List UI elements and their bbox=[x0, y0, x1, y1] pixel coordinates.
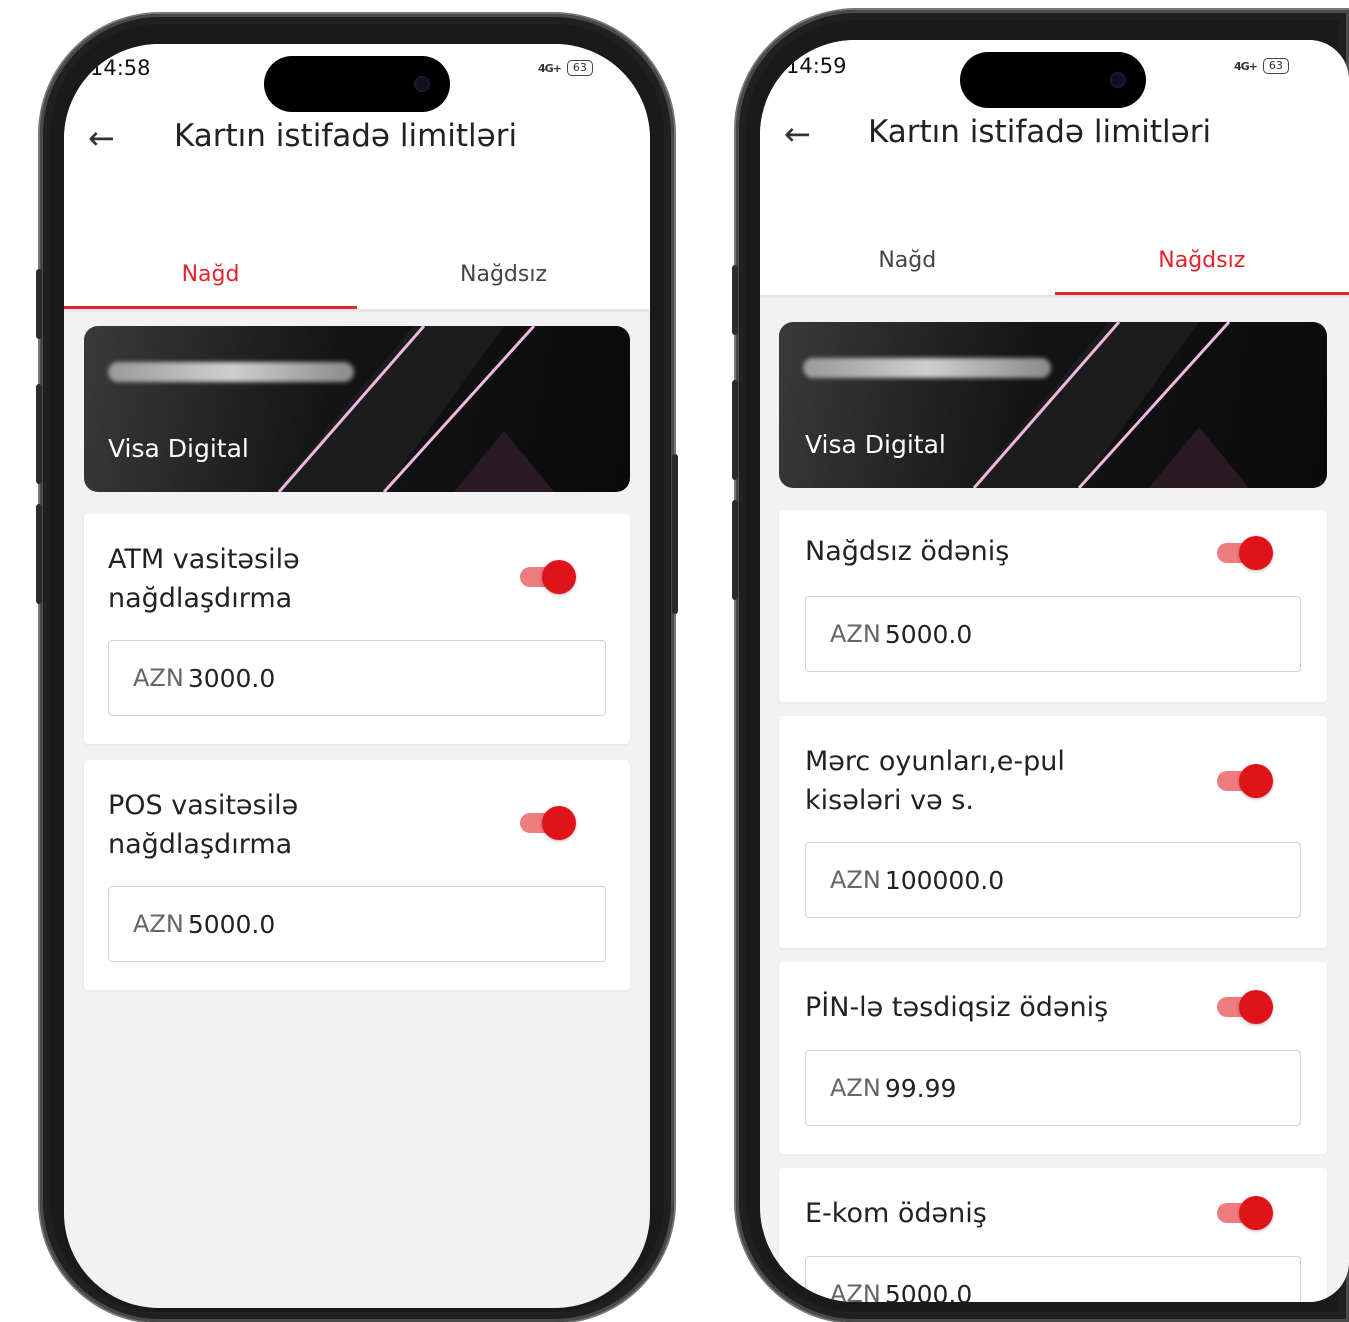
limit-toggle[interactable] bbox=[520, 560, 576, 594]
currency-label: AZN bbox=[133, 910, 184, 938]
limit-label: Nağdsız ödəniş bbox=[805, 536, 1010, 567]
limit-label-line2: nağdlaşdırma bbox=[108, 583, 293, 614]
right-screen: 14:59 4G+ 63 ← Kartın istifadə limitləri… bbox=[760, 40, 1349, 1302]
toggle-knob bbox=[542, 560, 576, 594]
limit-label: E-kom ödəniş bbox=[805, 1198, 987, 1229]
left-screen: 14:58 4G+ 63 ← Kartın istifadə limitləri… bbox=[64, 44, 650, 1308]
limit-toggle[interactable] bbox=[1217, 1196, 1273, 1230]
dynamic-island bbox=[264, 56, 450, 112]
limit-value: 5000.0 bbox=[884, 1279, 973, 1303]
arrow-left-icon[interactable]: ← bbox=[88, 122, 115, 154]
limit-pin-tesdiqsiz: PİN-lə təsdiqsiz ödəniş AZN 99.99 bbox=[779, 962, 1327, 1154]
status-indicators: 4G+ 63 bbox=[1234, 58, 1289, 74]
card-name: Visa Digital bbox=[805, 430, 946, 459]
card-name: Visa Digital bbox=[108, 434, 249, 463]
status-time: 14:58 bbox=[90, 56, 151, 80]
tab-nagd[interactable]: Nağd bbox=[64, 239, 357, 309]
currency-label: AZN bbox=[830, 1074, 881, 1102]
limit-nagdsiz-odenis: Nağdsız ödəniş AZN 5000.0 bbox=[779, 510, 1327, 702]
limit-atm: ATM vasitəsilə nağdlaşdırma AZN 3000.0 bbox=[84, 514, 630, 744]
card-pattern bbox=[969, 322, 1249, 488]
side-button bbox=[732, 500, 738, 600]
currency-label: AZN bbox=[830, 620, 881, 648]
limit-label: Mərc oyunları,e-pul kisələri və s. bbox=[805, 742, 1065, 820]
status-indicators: 4G+ 63 bbox=[538, 60, 593, 76]
limit-label-line2: nağdlaşdırma bbox=[108, 829, 293, 860]
battery-icon: 63 bbox=[1262, 58, 1289, 74]
limit-label-line1: Mərc oyunları,e-pul bbox=[805, 746, 1065, 777]
limit-toggle[interactable] bbox=[1217, 764, 1273, 798]
limit-value: 99.99 bbox=[884, 1073, 957, 1103]
page-title: Kartın istifadə limitləri bbox=[868, 114, 1212, 150]
right-phone: 14:59 4G+ 63 ← Kartın istifadə limitləri… bbox=[732, 10, 1349, 1322]
side-button bbox=[36, 504, 42, 604]
toggle-knob bbox=[1239, 990, 1273, 1024]
currency-label: AZN bbox=[830, 866, 881, 894]
bank-card[interactable]: Visa Digital bbox=[84, 326, 630, 492]
status-time: 14:59 bbox=[786, 54, 847, 78]
dynamic-island bbox=[960, 52, 1146, 108]
camera-icon bbox=[1110, 72, 1126, 88]
bank-card[interactable]: Visa Digital bbox=[779, 322, 1327, 488]
side-button bbox=[36, 384, 42, 484]
currency-label: AZN bbox=[133, 664, 184, 692]
card-number-masked bbox=[108, 362, 354, 382]
limit-pos: POS vasitəsilə nağdlaşdırma AZN 5000.0 bbox=[84, 760, 630, 990]
limit-label: ATM vasitəsilə nağdlaşdırma bbox=[108, 540, 300, 618]
limit-value: 100000.0 bbox=[884, 865, 1005, 895]
limit-merc-oyunlari: Mərc oyunları,e-pul kisələri və s. AZN 1… bbox=[779, 716, 1327, 948]
limit-value: 5000.0 bbox=[884, 619, 973, 649]
limit-amount-input[interactable]: AZN 100000.0 bbox=[805, 842, 1301, 918]
toggle-knob bbox=[1239, 1196, 1273, 1230]
limit-label-line1: POS vasitəsilə bbox=[108, 790, 299, 821]
limit-value: 3000.0 bbox=[187, 663, 276, 693]
toggle-knob bbox=[1239, 536, 1273, 570]
tab-nagd[interactable]: Nağd bbox=[760, 225, 1055, 295]
card-number-masked bbox=[803, 358, 1051, 378]
card-pattern bbox=[274, 326, 554, 492]
side-button bbox=[672, 454, 678, 614]
toggle-knob bbox=[1239, 764, 1273, 798]
limit-toggle[interactable] bbox=[1217, 536, 1273, 570]
side-button bbox=[732, 265, 738, 335]
limit-e-kom: E-kom ödəniş AZN 5000.0 bbox=[779, 1168, 1327, 1302]
battery-icon: 63 bbox=[566, 60, 593, 76]
camera-icon bbox=[414, 76, 430, 92]
limit-amount-input[interactable]: AZN 3000.0 bbox=[108, 640, 606, 716]
signal-icon: 4G+ bbox=[1234, 59, 1258, 73]
tab-nagdsiz[interactable]: Nağdsız bbox=[1054, 225, 1349, 295]
limit-amount-input[interactable]: AZN 5000.0 bbox=[805, 596, 1301, 672]
page-title: Kartın istifadə limitləri bbox=[174, 118, 518, 154]
left-phone: 14:58 4G+ 63 ← Kartın istifadə limitləri… bbox=[36, 14, 678, 1322]
tab-bar: Nağd Nağdsız bbox=[760, 225, 1349, 295]
tab-bar: Nağd Nağdsız bbox=[64, 239, 650, 309]
side-button bbox=[36, 269, 42, 339]
limit-label: POS vasitəsilə nağdlaşdırma bbox=[108, 786, 298, 864]
tab-nagdsiz[interactable]: Nağdsız bbox=[357, 239, 650, 309]
signal-icon: 4G+ bbox=[538, 61, 562, 75]
limit-toggle[interactable] bbox=[1217, 990, 1273, 1024]
limit-label: PİN-lə təsdiqsiz ödəniş bbox=[805, 992, 1109, 1023]
side-button bbox=[732, 380, 738, 480]
currency-label: AZN bbox=[830, 1280, 881, 1302]
limit-value: 5000.0 bbox=[187, 909, 276, 939]
limit-label-line2: kisələri və s. bbox=[805, 785, 974, 816]
limit-toggle[interactable] bbox=[520, 806, 576, 840]
limit-amount-input[interactable]: AZN 5000.0 bbox=[108, 886, 606, 962]
limit-label-line1: ATM vasitəsilə bbox=[108, 544, 300, 575]
arrow-left-icon[interactable]: ← bbox=[784, 118, 811, 150]
limit-amount-input[interactable]: AZN 99.99 bbox=[805, 1050, 1301, 1126]
toggle-knob bbox=[542, 806, 576, 840]
limit-amount-input[interactable]: AZN 5000.0 bbox=[805, 1256, 1301, 1302]
